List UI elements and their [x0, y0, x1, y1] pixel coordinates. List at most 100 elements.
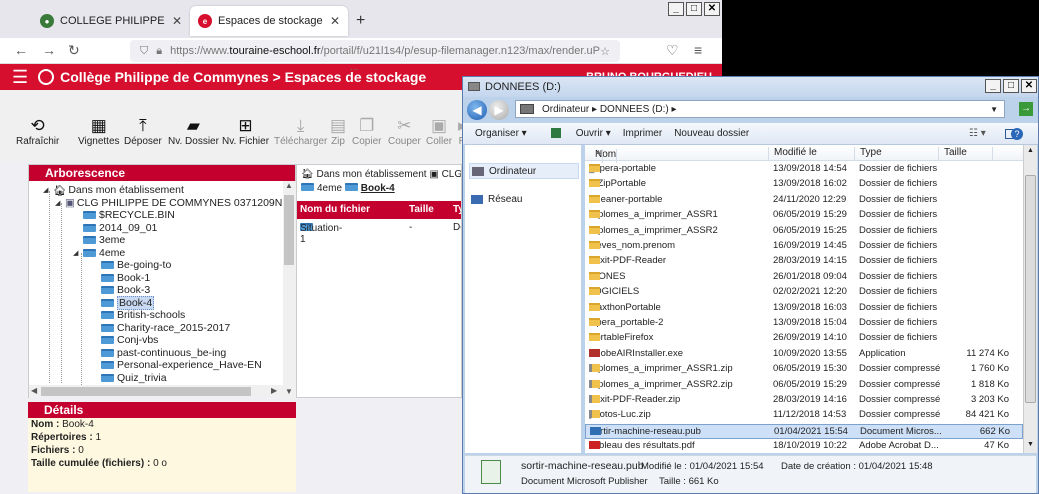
scroll-down-icon[interactable]: ▼	[285, 387, 293, 396]
toolbar-button-5[interactable]: ⤓ Télécharger	[274, 116, 327, 147]
scroll-left-icon[interactable]: ◀	[31, 386, 37, 395]
close-icon[interactable]: ✕	[1021, 79, 1037, 93]
tree-node[interactable]: past-continuous_be-ing	[91, 347, 226, 359]
table-row[interactable]: _opera-portable 13/09/2018 14:54 Dossier d…	[585, 162, 1023, 177]
tree-node[interactable]: Book-3	[91, 284, 150, 296]
reload-icon[interactable]: ↻	[68, 42, 80, 59]
forward-icon[interactable]: ▶	[489, 100, 509, 120]
minimize-icon[interactable]: _	[668, 2, 684, 16]
column-name[interactable]: Nom du fichier	[300, 204, 370, 215]
table-row[interactable]: Opera_portable-2 13/09/2018 15:04 Dossier …	[585, 316, 1023, 331]
toolbar-button-6[interactable]: ▤ Zip	[330, 116, 346, 147]
tree-hscroll-thumb[interactable]	[41, 387, 251, 396]
table-row[interactable]: LOGICIELS 02/02/2021 12:20 Dossier de fich…	[585, 285, 1023, 300]
chevron-down-icon[interactable]: ▼	[990, 105, 998, 114]
table-row[interactable]: Diplomes_a_imprimer_ASSR2.zip 06/05/2019 …	[585, 378, 1023, 393]
organise-button[interactable]: Organiser ▾	[475, 128, 527, 139]
column-modified[interactable]: Modifié le	[769, 147, 855, 161]
nav-computer[interactable]: Ordinateur	[469, 163, 579, 179]
table-row[interactable]: PortableFirefox 26/09/2019 14:10 Dossier d…	[585, 331, 1023, 346]
table-row[interactable]: MaxthonPortable 13/09/2018 16:03 Dossier d…	[585, 301, 1023, 316]
column-size[interactable]: Taille	[939, 147, 993, 161]
toolbar-button-4[interactable]: ⊞ Nv. Fichier	[222, 116, 269, 147]
hamburger-menu-icon[interactable]: ≡	[694, 42, 702, 58]
column-type[interactable]: Ty	[453, 204, 461, 215]
back-icon[interactable]: ◀	[467, 100, 487, 120]
maximize-icon[interactable]: □	[686, 2, 702, 16]
toolbar-button-7[interactable]: ❐ Copier	[352, 116, 381, 147]
toolbar-button-8[interactable]: ✂ Couper	[388, 116, 421, 147]
nav-network[interactable]: Réseau	[469, 191, 579, 207]
tree-horizontal-scrollbar[interactable]: ◀ ▶	[29, 385, 283, 398]
open-button[interactable]: Ouvrir ▾	[539, 128, 611, 139]
tree-node[interactable]: 3eme	[73, 234, 125, 246]
toolbar-button-3[interactable]: ▰ Nv. Dossier	[168, 116, 219, 147]
expand-icon[interactable]: ◢	[43, 186, 53, 194]
scroll-up-icon[interactable]: ▲	[1027, 147, 1034, 154]
close-icon[interactable]: ✕	[704, 2, 720, 16]
address-bar[interactable]: Ordinateur ▸ DONNEES (D:) ▸ ▼	[515, 100, 1005, 118]
breadcrumb-current[interactable]: Book-4	[361, 183, 395, 194]
pocket-icon[interactable]: ♡	[666, 42, 679, 59]
tree-node[interactable]: Quiz_trivia	[91, 372, 167, 384]
table-row[interactable]: Tableau des résultats.pdf 18/10/2019 10:2…	[585, 439, 1023, 453]
column-name[interactable]: Nom ▲	[585, 147, 769, 163]
scroll-down-icon[interactable]: ▼	[1027, 441, 1034, 448]
table-row[interactable]: Diplomes_a_imprimer_ASSR2 06/05/2019 15:2…	[585, 224, 1023, 239]
table-row[interactable]: 7-ZipPortable 13/09/2018 16:02 Dossier de …	[585, 177, 1023, 192]
back-icon[interactable]: ←	[14, 42, 28, 58]
refresh-icon[interactable]: →	[1019, 102, 1033, 116]
toolbar-button-1[interactable]: ▦ Vignettes	[78, 116, 120, 147]
scroll-right-icon[interactable]: ▶	[271, 386, 277, 395]
explorer-titlebar[interactable]: DONNEES (D:) _ □ ✕	[463, 77, 1038, 97]
tree-node[interactable]: British-schools	[91, 309, 185, 321]
print-button[interactable]: Imprimer	[623, 128, 662, 139]
new-folder-button[interactable]: Nouveau dossier	[674, 128, 749, 139]
table-row[interactable]: Situation-1 - Do	[297, 221, 461, 245]
table-row[interactable]: ICONES 26/01/2018 09:04 Dossier de fichier…	[585, 270, 1023, 285]
breadcrumb-item[interactable]: 4eme	[317, 183, 342, 194]
toolbar-button-0[interactable]: ⟲ Rafraîchir	[16, 116, 59, 147]
view-options-icon[interactable]: ☷ ▾	[969, 128, 986, 139]
toolbar-button-9[interactable]: ▣ Coller	[426, 116, 452, 147]
tree-scroll-thumb[interactable]	[284, 195, 294, 265]
tree-node[interactable]: Book-4	[91, 295, 155, 310]
url-bar[interactable]: ⛉ 🔒︎ https://www.touraine-eschool.fr/por…	[130, 40, 620, 62]
column-size[interactable]: Taille	[409, 204, 434, 215]
column-type[interactable]: Type	[855, 147, 939, 161]
close-tab-icon[interactable]: ✕	[166, 14, 182, 28]
explorer-scrollbar[interactable]: ▲ ▼	[1023, 145, 1037, 453]
table-row[interactable]: Diplomes_a_imprimer_ASSR1 06/05/2019 15:2…	[585, 208, 1023, 223]
tree-node[interactable]: Conj-vbs	[91, 334, 158, 346]
tree-node[interactable]: Personal-experience_Have-EN	[91, 359, 262, 371]
table-row[interactable]: Foxit-PDF-Reader 28/03/2019 14:15 Dossier …	[585, 254, 1023, 269]
close-tab-icon[interactable]: ✕	[324, 14, 340, 28]
scroll-thumb[interactable]	[1025, 175, 1036, 403]
scroll-up-icon[interactable]: ▲	[285, 181, 293, 190]
table-row[interactable]: Foxit-PDF-Reader.zip 28/03/2019 14:16 Doss…	[585, 393, 1023, 408]
toolbar-button-2[interactable]: ⤒ Déposer	[124, 116, 162, 147]
new-tab-icon[interactable]: +	[356, 12, 365, 30]
breadcrumb-item[interactable]: Dans mon établissement	[316, 169, 426, 180]
tree-node[interactable]: 2014_09_01	[73, 222, 157, 234]
expand-icon[interactable]: ◢	[55, 199, 65, 207]
table-row[interactable]: eleves_nom.prenom 16/09/2019 14:45 Dossier…	[585, 239, 1023, 254]
minimize-icon[interactable]: _	[985, 79, 1001, 93]
tree-node[interactable]: Charity-race_2015-2017	[91, 322, 230, 334]
menu-icon[interactable]: ☰	[12, 67, 28, 88]
tree-node[interactable]: Book-1	[91, 272, 150, 284]
tree-node[interactable]: ◢▣CLG PHILIPPE DE COMMYNES 0371209N - pe…	[55, 197, 283, 209]
tree-node[interactable]: Be-going-to	[91, 259, 171, 271]
breadcrumb-item[interactable]: CLG P	[442, 169, 461, 180]
tab-espaces[interactable]: e Espaces de stockage | Mon ENT ✕	[190, 6, 348, 36]
tree-node[interactable]: $RECYCLE.BIN	[73, 209, 175, 221]
tab-college[interactable]: ● COLLEGE PHILIPPE DE COMMYNES ✕	[32, 6, 190, 36]
table-row[interactable]: AdobeAIRInstaller.exe 10/09/2020 13:55 App…	[585, 347, 1023, 362]
bookmark-star-icon[interactable]: ☆	[600, 45, 610, 58]
forward-icon[interactable]: →	[42, 42, 56, 58]
tree-node[interactable]: ◢ 🏠︎ Dans mon établissement	[43, 184, 184, 197]
maximize-icon[interactable]: □	[1003, 79, 1019, 93]
table-row[interactable]: photos-Luc.zip 11/12/2018 14:53 Dossier co…	[585, 408, 1023, 423]
table-row[interactable]: ccleaner-portable 24/11/2020 12:29 Dossier…	[585, 193, 1023, 208]
tree-vertical-scrollbar[interactable]: ▲ ▼	[283, 181, 296, 399]
